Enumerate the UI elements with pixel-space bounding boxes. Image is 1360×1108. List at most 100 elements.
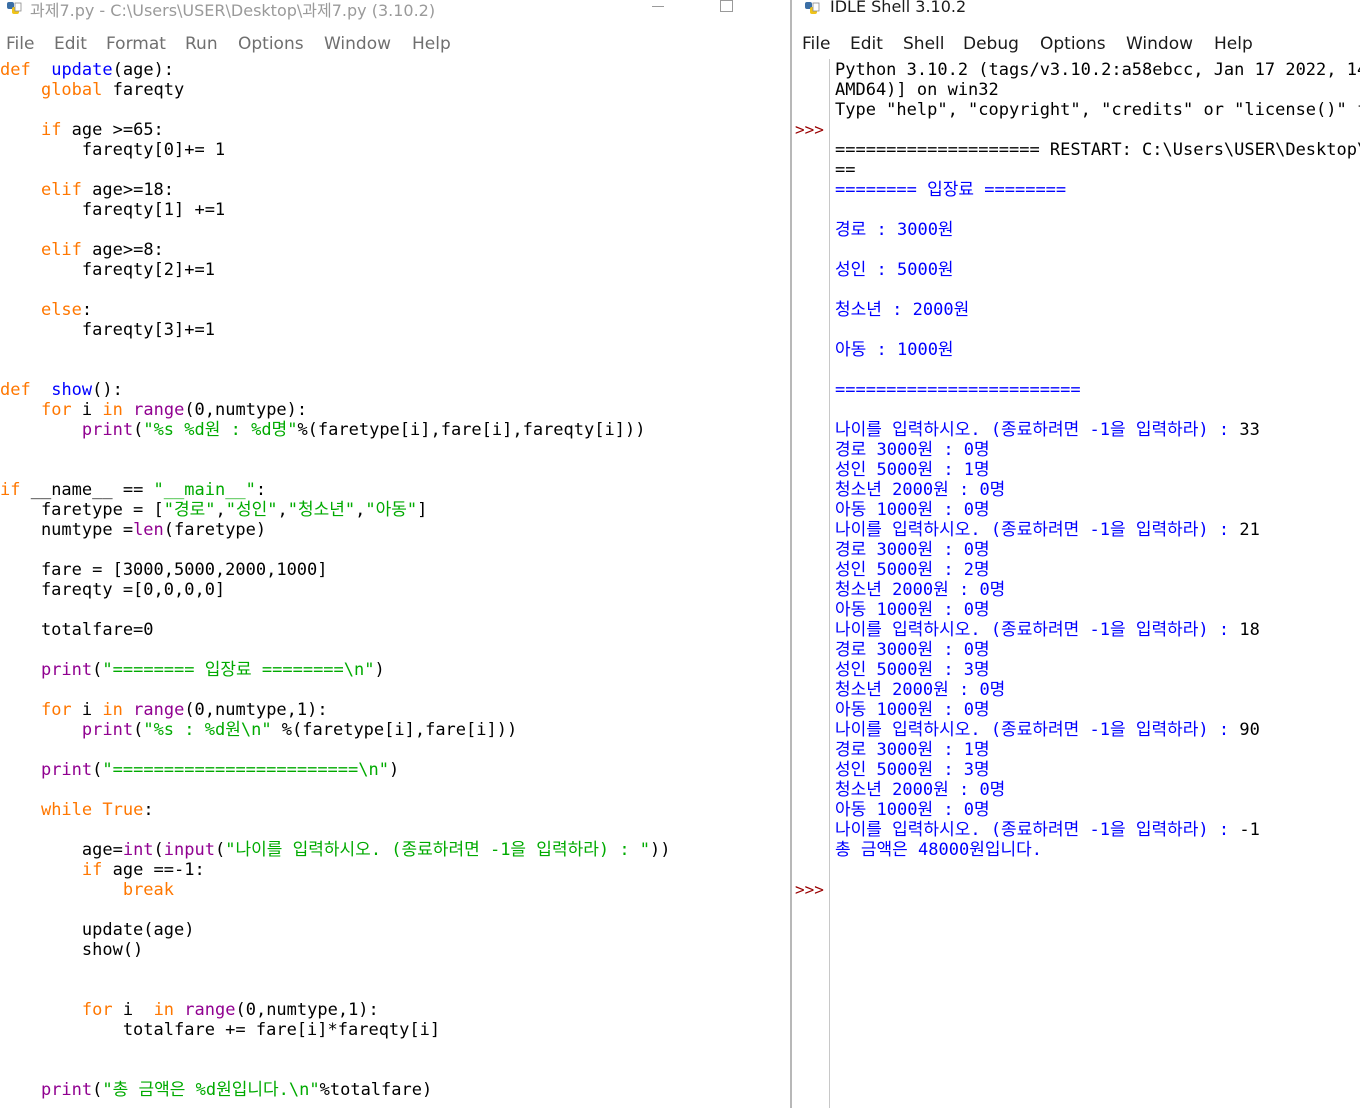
code-line: print("========================\n"): [0, 760, 399, 780]
code-token: fareqty[0]+= 1: [0, 140, 226, 160]
code-token: range: [133, 700, 185, 720]
code-token: else: [40, 300, 82, 320]
code-token: faretype = [: [0, 500, 164, 520]
shell-line-text: 청소년 2000원 : 0명: [835, 680, 1006, 700]
shell-line: 성인 5000원 : 2명: [835, 560, 990, 580]
shell-line: 나이를 입력하시오. (종료하려면 -1을 입력하라) : 18: [835, 620, 1260, 640]
code-token: fare = [3000,5000,2000,1000]: [0, 560, 328, 580]
code-line: def update(age):: [0, 60, 174, 80]
code-token: (0,numtype,1):: [235, 1000, 379, 1020]
code-token: int: [122, 840, 154, 860]
maximize-icon[interactable]: [720, 0, 733, 12]
code-token: in: [102, 400, 123, 420]
shell-line: Python 3.10.2 (tags/v3.10.2:a58ebcc, Jan…: [835, 60, 1360, 80]
code-editor[interactable]: def update(age): global fareqty if age >…: [0, 59, 790, 1108]
code-token: len: [133, 520, 164, 540]
menu-file[interactable]: File: [6, 34, 34, 54]
shell-line-text: Type "help", "copyright", "credits" or "…: [835, 100, 1360, 120]
code-token: (: [92, 760, 103, 780]
code-token: if: [40, 120, 62, 140]
code-line: for i in range(0,numtype):: [0, 400, 307, 420]
code-token: "__main__": [153, 480, 256, 500]
shell-line-text: 성인 5000원 : 3명: [835, 760, 990, 780]
shell-line: 청소년 : 2000원: [835, 300, 969, 320]
code-line: fareqty[1] +=1: [0, 200, 225, 220]
code-token: i: [71, 700, 103, 720]
menu-edit[interactable]: Edit: [54, 34, 87, 54]
menu-help[interactable]: Help: [1214, 34, 1253, 54]
code-token: age >=65:: [61, 120, 164, 140]
shell-line-text: Python 3.10.2 (tags/v3.10.2:a58ebcc, Jan…: [835, 60, 1360, 80]
shell-output[interactable]: Python 3.10.2 (tags/v3.10.2:a58ebcc, Jan…: [835, 59, 1360, 1108]
code-line: faretype = ["경로","성인","청소년","아동"]: [0, 500, 427, 520]
shell-titlebar[interactable]: IDLE Shell 3.10.2: [792, 0, 1360, 30]
code-token: input: [163, 840, 215, 860]
code-line: totalfare=0: [0, 620, 154, 640]
code-line: fareqty[2]+=1: [0, 260, 215, 280]
menu-options[interactable]: Options: [238, 34, 304, 54]
code-token: show: [51, 380, 93, 400]
shell-line: 아동 1000원 : 0명: [835, 600, 990, 620]
shell-line: 아동 1000원 : 0명: [835, 800, 990, 820]
menu-format[interactable]: Format: [106, 34, 166, 54]
code-token: print: [40, 660, 93, 680]
code-token: print: [40, 1080, 93, 1100]
menu-file[interactable]: File: [802, 34, 830, 54]
shell-line-text: ======== 입장료 ========: [835, 180, 1067, 200]
code-token: (: [133, 420, 144, 440]
code-token: "청소년": [287, 500, 356, 520]
shell-prompt: >>>: [795, 120, 824, 139]
code-token: update(age): [0, 920, 195, 940]
menu-window[interactable]: Window: [324, 34, 391, 54]
shell-line-text: 경로 3000원 : 1명: [835, 740, 990, 760]
code-token: update: [51, 60, 113, 80]
shell-line-text: 청소년 2000원 : 0명: [835, 580, 1006, 600]
shell-line: ========================: [835, 380, 1081, 400]
menu-shell[interactable]: Shell: [903, 34, 944, 54]
code-token: age=: [0, 840, 123, 860]
code-line: print("%s : %d원\n" %(faretype[i],fare[i]…: [0, 720, 517, 740]
menu-edit[interactable]: Edit: [850, 34, 883, 54]
code-token: if: [81, 860, 103, 880]
code-line: if age ==-1:: [0, 860, 205, 880]
code-line: for i in range(0,numtype,1):: [0, 700, 328, 720]
menu-options[interactable]: Options: [1040, 34, 1106, 54]
code-token: elif: [40, 240, 82, 260]
user-input-value: 33: [1239, 420, 1260, 440]
code-token: ,: [215, 500, 226, 520]
code-token: :: [143, 800, 154, 820]
code-token: for: [81, 1000, 113, 1020]
code-line: while True:: [0, 800, 154, 820]
code-line: fareqty[0]+= 1: [0, 140, 225, 160]
code-token: for: [40, 400, 72, 420]
code-token: "========================\n": [102, 760, 389, 780]
code-token: break: [122, 880, 175, 900]
shell-line-text: 청소년 2000원 : 0명: [835, 780, 1006, 800]
shell-line-text: 나이를 입력하시오. (종료하려면 -1을 입력하라) :: [835, 420, 1240, 440]
code-token: :: [255, 480, 267, 500]
code-token: ): [388, 760, 400, 780]
code-token: ]: [417, 500, 428, 520]
code-token: ): [374, 660, 385, 680]
code-token: "%s : %d원\n": [143, 720, 272, 740]
shell-line: ==: [835, 160, 855, 180]
code-token: (: [133, 720, 144, 740]
shell-line-text: 성인 5000원 : 3명: [835, 660, 990, 680]
menu-debug[interactable]: Debug: [963, 34, 1019, 54]
user-input-value: 21: [1239, 520, 1260, 540]
shell-line-text: 경로 3000원 : 0명: [835, 540, 990, 560]
editor-titlebar[interactable]: 과제7.py - C:\Users\USER\Desktop\과제7.py (3…: [0, 0, 790, 30]
menu-help[interactable]: Help: [412, 34, 451, 54]
menu-window[interactable]: Window: [1126, 34, 1193, 54]
code-line: global fareqty: [0, 80, 184, 100]
minimize-icon[interactable]: [652, 6, 664, 7]
shell-line: 경로 : 3000원: [835, 220, 954, 240]
menu-run[interactable]: Run: [185, 34, 218, 54]
code-token: print: [81, 720, 134, 740]
